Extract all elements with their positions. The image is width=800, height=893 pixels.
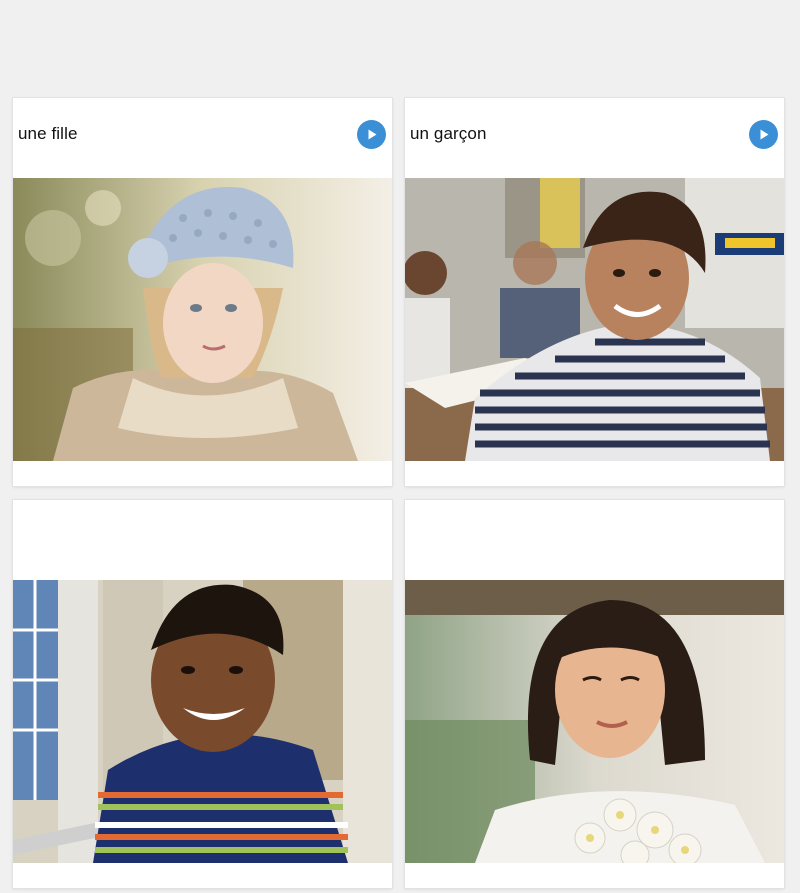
play-audio-button[interactable]	[749, 120, 778, 149]
flashcard-une-fille: une fille	[13, 98, 392, 486]
flashcard-grid: une fille un garçon	[13, 98, 784, 888]
card-header: un garçon	[405, 98, 784, 178]
card-label: une fille	[18, 124, 78, 143]
smiling-boy-striped-shirt-photo	[13, 580, 392, 863]
flashcard-un-garcon: un garçon	[405, 98, 784, 486]
card-header	[405, 500, 784, 580]
flashcard-3	[13, 500, 392, 888]
girl-in-knit-hat-photo	[13, 178, 392, 461]
play-audio-button[interactable]	[357, 120, 386, 149]
boy-in-classroom-photo	[405, 178, 784, 461]
card-header: une fille	[13, 98, 392, 178]
flashcard-4	[405, 500, 784, 888]
play-icon	[760, 129, 769, 140]
card-label: un garçon	[410, 124, 487, 143]
play-icon	[368, 129, 377, 140]
girl-with-flowers-photo	[405, 580, 784, 863]
card-header	[13, 500, 392, 580]
